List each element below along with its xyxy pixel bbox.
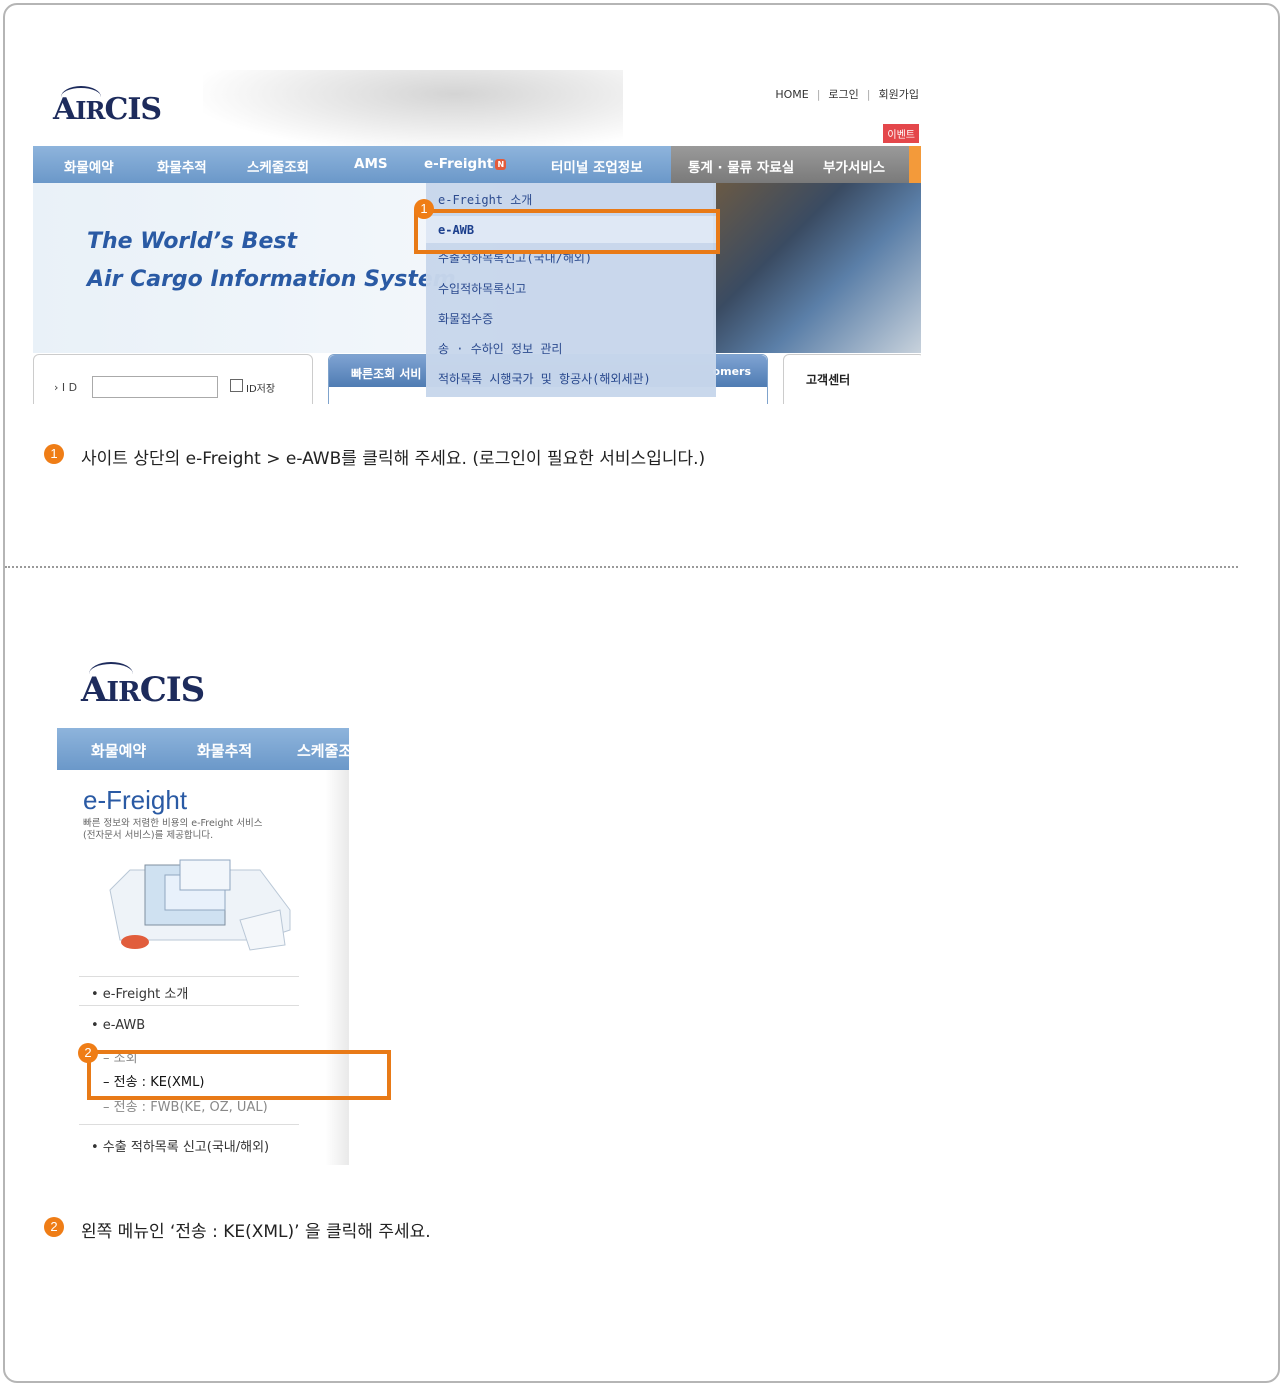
menu-divider	[79, 1124, 299, 1125]
nav2-schedule[interactable]: 스케줄조	[297, 740, 349, 761]
section-divider	[5, 566, 1238, 568]
id-save-label: ID저장	[246, 384, 276, 395]
id-label: › I D	[54, 381, 78, 394]
banner-line-1: The World’s Best	[87, 229, 297, 254]
nav-schedule[interactable]: 스케줄조회	[247, 156, 309, 176]
nav-edge-tab	[909, 146, 921, 183]
aircis-logo[interactable]: AIRCIS	[53, 86, 162, 127]
event-badge[interactable]: 이벤트	[883, 124, 919, 143]
main-nav-2: 화물예약 화물추적 스케줄조	[57, 728, 349, 770]
customers-tab[interactable]: omers	[713, 365, 751, 378]
monitor-illustration-icon	[109, 859, 291, 951]
customer-center-title[interactable]: 고객센터	[806, 371, 850, 388]
home-link[interactable]: HOME	[775, 88, 808, 101]
nav-statistics[interactable]: 통계 · 물류 자료실	[688, 156, 794, 176]
signup-link[interactable]: 회원가입	[879, 88, 919, 101]
highlight-box-1	[414, 209, 720, 254]
dropdown-item-shipper-info[interactable]: 송 · 수하인 정보 관리	[438, 340, 562, 357]
menu-divider	[79, 1005, 299, 1006]
nav-cargo-booking[interactable]: 화물예약	[64, 156, 114, 176]
step-1-badge: 1	[44, 444, 64, 464]
step-1-marker: 1	[414, 199, 434, 219]
main-nav: 화물예약 화물추적 스케줄조회 AMS e-Freight N 터미널 조업정보 …	[33, 146, 921, 183]
nav2-cargo-booking[interactable]: 화물예약	[91, 740, 146, 761]
sidebar-description-2: (전자문서 서비스)를 제공합니다.	[83, 830, 214, 841]
sidebar-title: e-Freight	[83, 785, 188, 815]
customer-center-box: 고객센터	[783, 354, 921, 404]
nav-e-freight[interactable]: e-Freight N	[424, 156, 507, 172]
step-2-marker: 2	[78, 1043, 98, 1063]
menu-divider	[79, 976, 299, 977]
top-links: HOME | 로그인 | 회원가입	[775, 88, 919, 101]
cargo-plane-image	[713, 183, 921, 353]
new-badge-icon: N	[495, 159, 507, 170]
dropdown-item-receipt[interactable]: 화물접수증	[438, 310, 493, 327]
login-box: › I D ID저장	[33, 354, 313, 404]
menu-e-awb[interactable]: • e-AWB	[91, 1018, 145, 1033]
dropdown-item-import-manifest[interactable]: 수입적하목록신고	[438, 280, 526, 297]
id-input[interactable]	[92, 376, 218, 398]
nav2-cargo-tracking[interactable]: 화물추적	[197, 740, 252, 761]
banner-line-2: Air Cargo Information System	[87, 267, 456, 292]
dropdown-item-intro[interactable]: e-Freight 소개	[438, 191, 532, 208]
nav-extra-services[interactable]: 부가서비스	[823, 156, 885, 176]
step-1-caption: 사이트 상단의 e-Freight > e-AWB를 클릭해 주세요. (로그인…	[81, 449, 706, 469]
nav-e-freight-label: e-Freight	[424, 156, 494, 172]
aircis-logo-2[interactable]: AIRCIS	[81, 662, 205, 710]
login-link[interactable]: 로그인	[828, 88, 858, 101]
id-save-checkbox[interactable]	[230, 379, 243, 392]
nav-ams[interactable]: AMS	[354, 156, 388, 172]
highlight-box-2	[87, 1050, 391, 1100]
nav-terminal-info[interactable]: 터미널 조업정보	[551, 156, 643, 176]
dropdown-item-countries[interactable]: 적하목록 시행국가 및 항공사(해외세관)	[438, 370, 651, 387]
nav-cargo-tracking[interactable]: 화물추적	[157, 156, 207, 176]
header-decoration	[203, 70, 623, 150]
step-2-badge: 2	[44, 1217, 64, 1237]
step-2-caption: 왼쪽 메뉴인 ‘전송 : KE(XML)’ 을 클릭해 주세요.	[81, 1222, 431, 1242]
sidebar-description-1: 빠른 정보와 저렴한 비용의 e-Freight 서비스	[83, 818, 263, 829]
menu-export-manifest[interactable]: • 수출 적하목록 신고(국내/해외)	[91, 1136, 269, 1155]
menu-e-freight-intro[interactable]: • e-Freight 소개	[91, 983, 188, 1002]
